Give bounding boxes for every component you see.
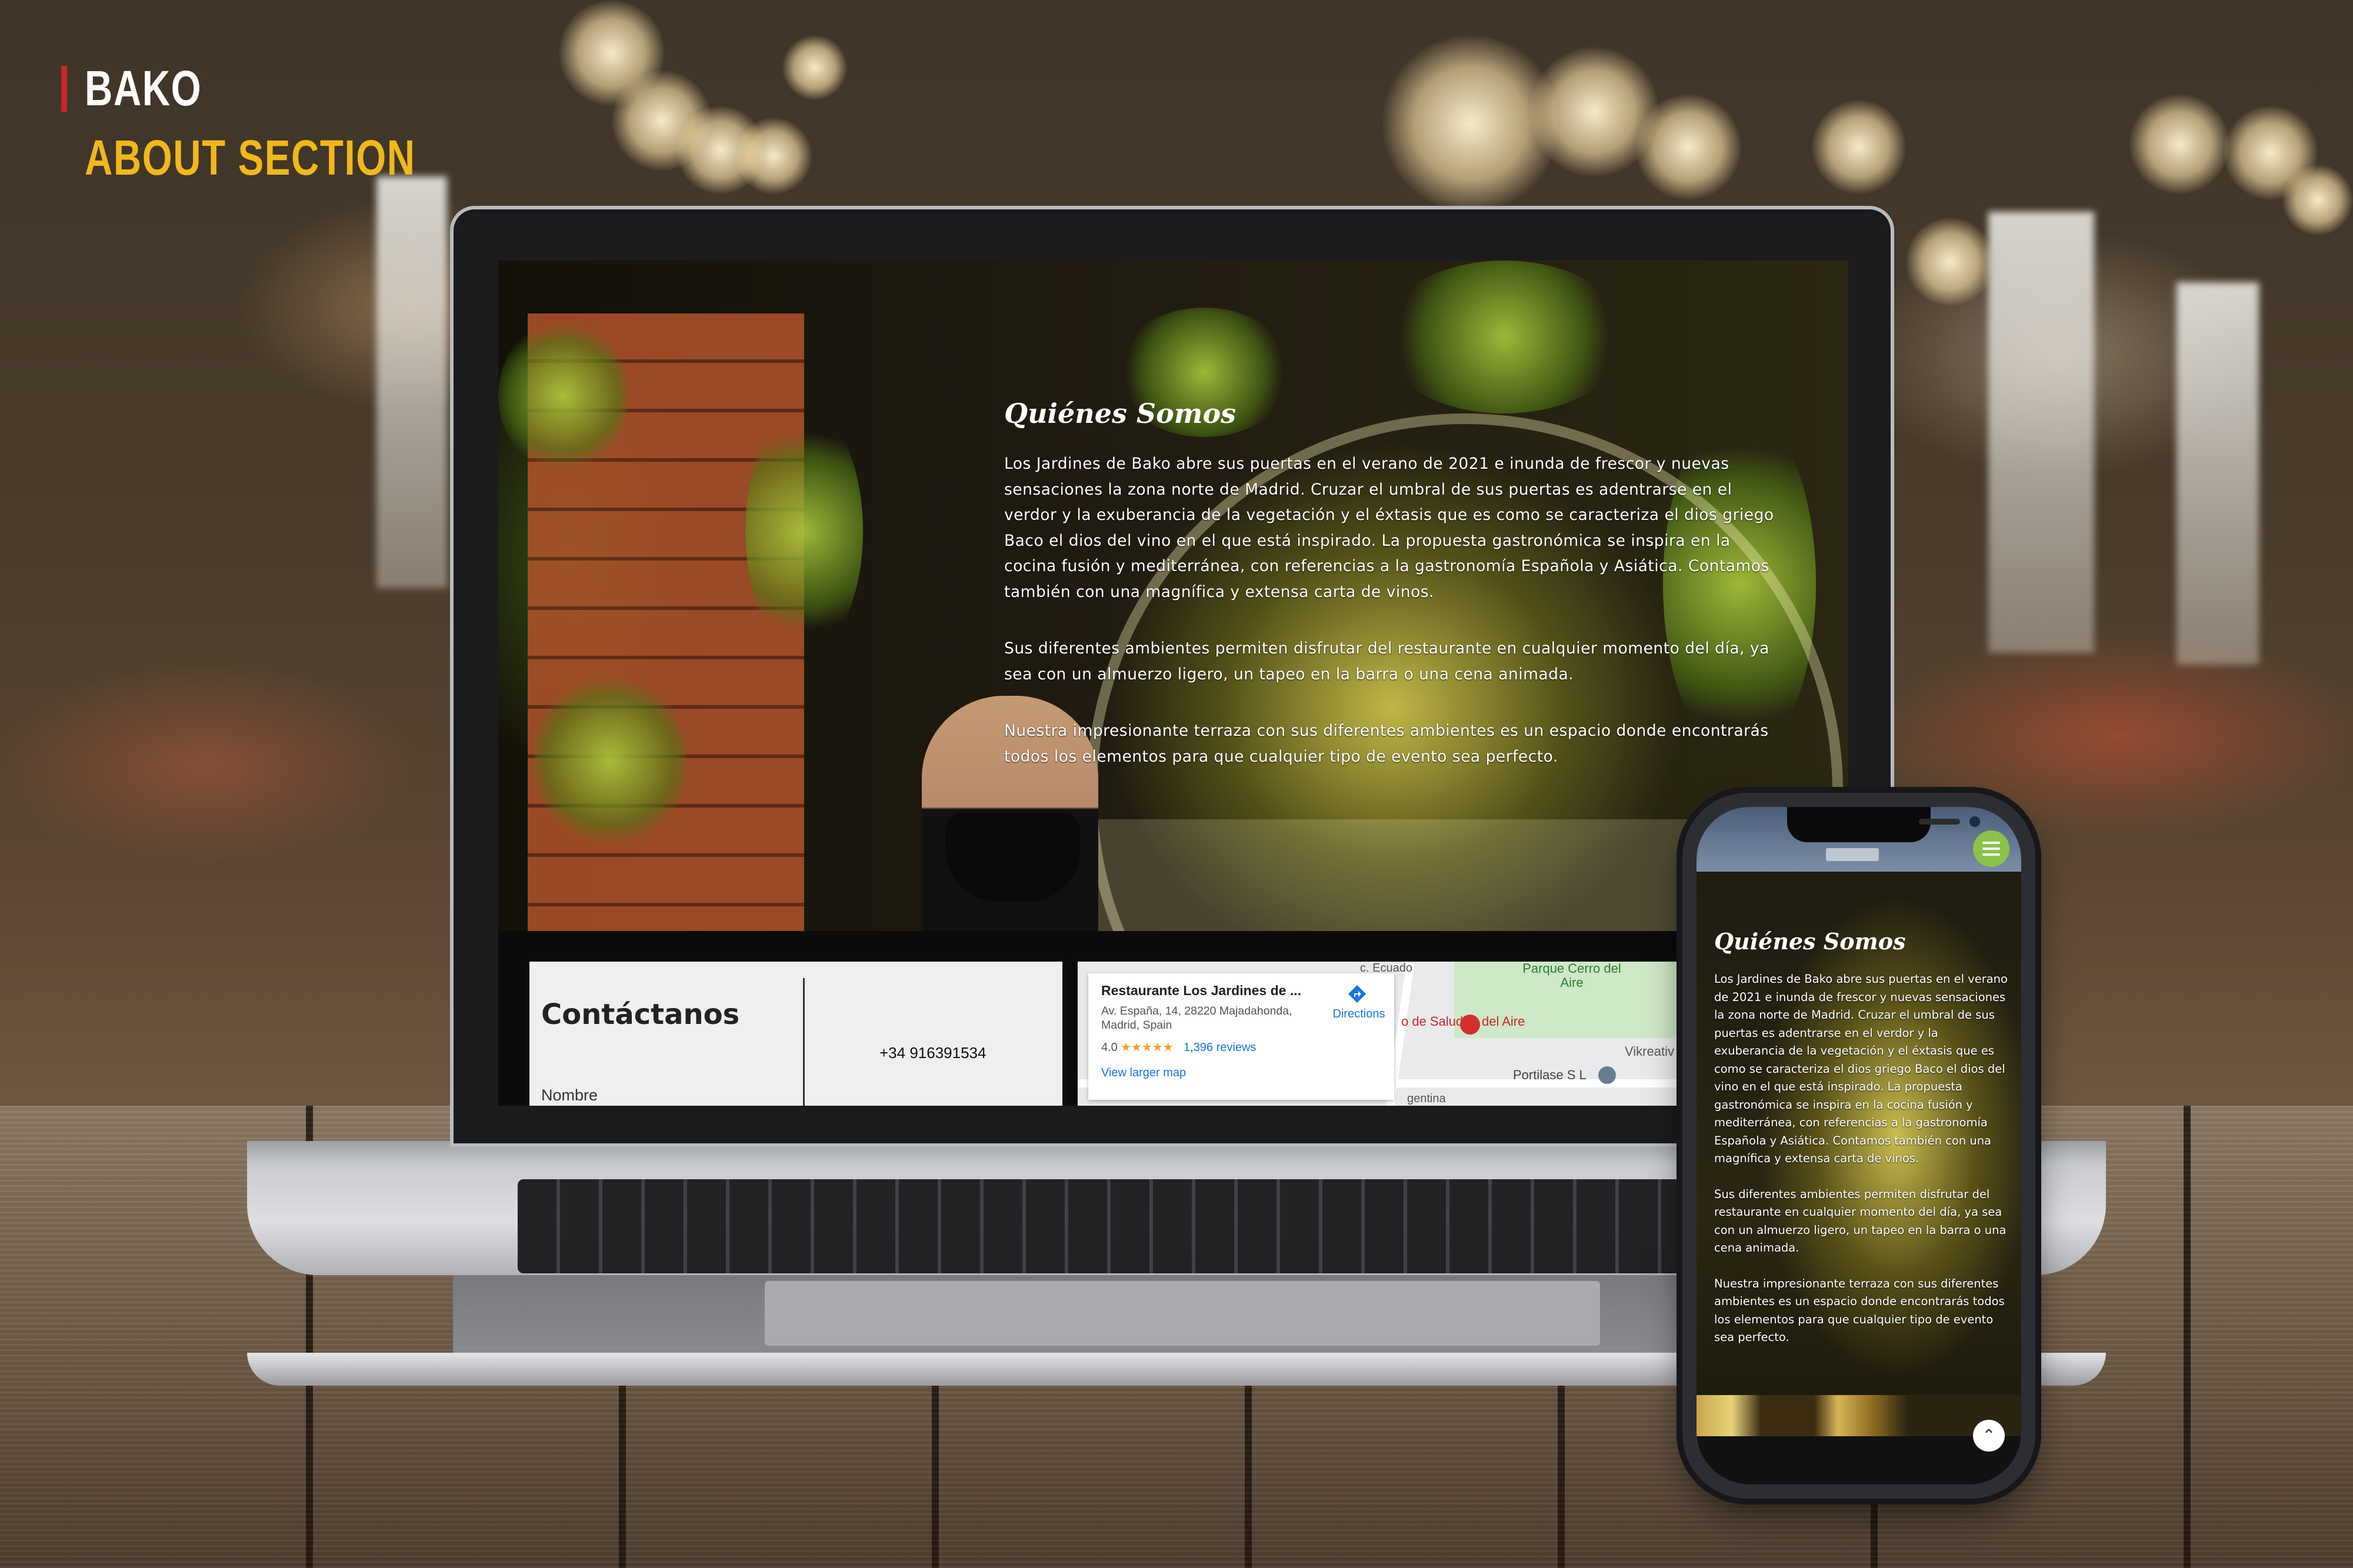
reviews-link[interactable]: 1,396 reviews [1184, 1041, 1256, 1055]
mobile-about-section: Quiénes Somos Los Jardines de Bako abre … [1714, 927, 2008, 1365]
place-address: Av. España, 14, 28220 Majadahonda, Madri… [1101, 1005, 1292, 1032]
vine-decoration [1381, 261, 1628, 413]
chevron-up-icon[interactable]: ⌃ [1973, 1420, 2005, 1452]
bokeh-light [1906, 218, 1994, 306]
about-section: Quiénes Somos Los Jardines de Bako abre … [1004, 396, 1787, 800]
hamburger-icon[interactable] [1973, 830, 2009, 867]
map-poi-label: Vikreativ [1625, 1044, 1674, 1059]
laptop-screen: Quiénes Somos Los Jardines de Bako abre … [498, 261, 1848, 1106]
bokeh-light [1635, 94, 1741, 200]
background-pillar [2177, 282, 2259, 665]
bokeh-light [782, 35, 847, 100]
bokeh-light [2282, 165, 2353, 235]
mockup-title: BAKO ABOUT SECTION [61, 59, 532, 188]
section-name: ABOUT SECTION [85, 130, 416, 185]
phone-camera [1969, 816, 1980, 827]
mobile-about-paragraph: Los Jardines de Bako abre sus puertas en… [1714, 972, 2008, 1165]
bokeh-light [1812, 100, 1906, 194]
bokeh-light [735, 118, 812, 194]
mobile-logo[interactable] [1826, 848, 1879, 861]
map-poi-label: Portilase S L [1513, 1067, 1587, 1082]
brand-name: BAKO [85, 61, 202, 116]
about-paragraph: Nuestra impresionante terraza con sus di… [1004, 722, 1769, 766]
phone-speaker [1919, 819, 1960, 825]
accent-bar [61, 66, 67, 112]
background-pillar [376, 176, 447, 588]
vine-decoration [498, 319, 628, 472]
about-title: Quiénes Somos [1004, 398, 1237, 429]
laptop-trackpad [765, 1281, 1600, 1346]
phone-screen: Quiénes Somos Los Jardines de Bako abre … [1697, 807, 2021, 1484]
contact-card: Contáctanos +34 916391534 Nombre [529, 962, 1062, 1106]
about-paragraph: Los Jardines de Bako abre sus puertas en… [1004, 455, 1774, 601]
mobile-about-paragraph: Sus diferentes ambientes permiten disfru… [1714, 1187, 2007, 1255]
vine-decoration [534, 672, 686, 849]
vine-decoration [745, 408, 863, 655]
phone-notch [1787, 807, 1980, 842]
contact-divider [803, 978, 805, 1106]
laptop-keyboard [518, 1179, 1829, 1273]
contact-title: Contáctanos [541, 998, 740, 1031]
map-street-label: gentina [1407, 1092, 1446, 1105]
about-paragraph: Sus diferentes ambientes permiten disfru… [1004, 639, 1769, 683]
map-info-card: Restaurante Los Jardines de ... Av. Espa… [1088, 973, 1394, 1100]
contact-phone[interactable]: +34 916391534 [879, 1044, 986, 1062]
name-field-label: Nombre [541, 1086, 598, 1104]
background-pillar [1988, 212, 2094, 653]
rating-value: 4.0 [1101, 1041, 1118, 1054]
place-name: Restaurante Los Jardines de ... [1101, 983, 1302, 998]
mobile-bottom-bar [1697, 1436, 2021, 1484]
hospital-pin-icon[interactable] [1460, 1015, 1480, 1035]
bokeh-light [2129, 94, 2229, 194]
mobile-about-paragraph: Nuestra impresionante terraza con sus di… [1714, 1276, 2005, 1345]
mockup-scene: BAKO ABOUT SECTION Quiénes Somos Los Jar… [0, 0, 2353, 1568]
view-larger-map-link[interactable]: View larger map [1101, 1066, 1186, 1080]
face-mask [945, 813, 1081, 902]
mobile-about-title: Quiénes Somos [1714, 928, 1906, 955]
directions-link[interactable]: Directions [1324, 1007, 1394, 1021]
directions-icon[interactable] [1347, 984, 1367, 1004]
rating-stars-icon: ★★★★★ [1121, 1040, 1174, 1054]
map-park-label: Parque Cerro del Aire [1522, 962, 1621, 990]
location-pin-icon[interactable] [1598, 1066, 1616, 1084]
about-hero: Quiénes Somos Los Jardines de Bako abre … [498, 261, 1848, 931]
